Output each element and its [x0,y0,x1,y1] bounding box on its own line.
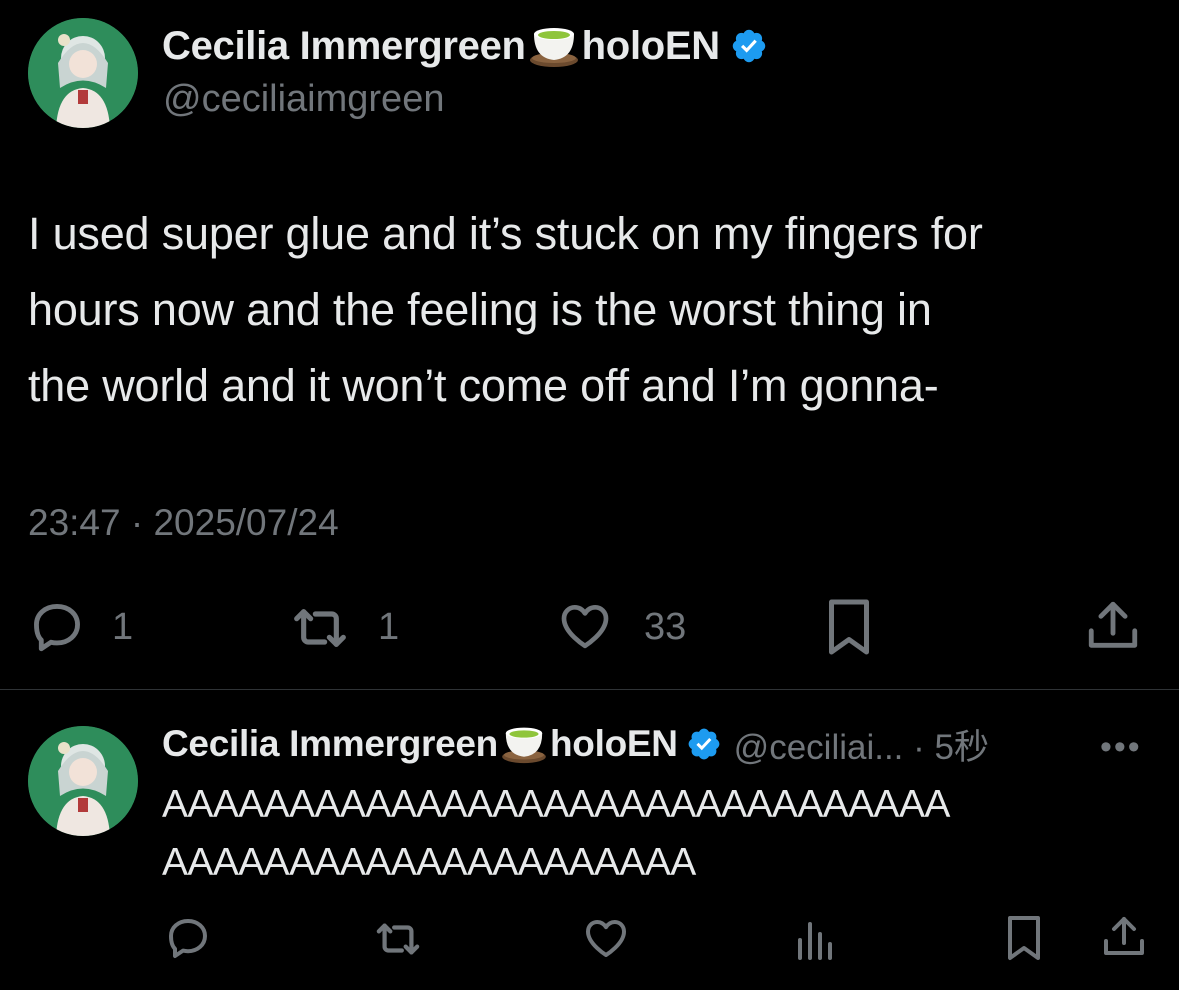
reply-text-line: AAAAAAAAAAAAAAAAAAAAAAAAAAAAAAA [162,783,950,826]
tweet-text-line: the world and it won’t come off and I’m … [28,360,939,411]
verified-badge-icon [730,27,768,65]
bookmark-icon[interactable] [1004,912,1044,964]
author-name-row[interactable]: Cecilia Immergreen holoEN [162,20,768,72]
tweet-text-line: hours now and the feeling is the worst t… [28,284,932,335]
reply-handle-time: @ceciliai... · 5秒 [733,727,989,767]
more-options-icon[interactable]: ••• [1100,728,1142,767]
reply-count: 1 [112,606,134,648]
retweet-count: 1 [378,606,400,648]
avatar-image [28,18,138,128]
like-count: 33 [644,606,687,648]
avatar-image [28,726,138,836]
divider [0,689,1179,690]
reply-text: AAAAAAAAAAAAAAAAAAAAAAAAAAAAAAA AAAAAAAA… [162,776,950,892]
retweet-icon[interactable] [286,600,354,656]
tweet-text: I used super glue and it’s stuck on my f… [28,196,983,424]
green-tea-icon [528,24,580,68]
author-suffix: holoEN [581,23,720,68]
heart-icon[interactable] [556,598,614,654]
retweet-icon[interactable] [370,916,426,962]
reply-header[interactable]: Cecilia Immergreen holoEN @ceciliai... ·… [162,720,989,768]
heart-icon[interactable] [582,914,630,962]
share-icon[interactable] [1100,912,1148,962]
bookmark-icon[interactable] [824,596,874,658]
share-icon[interactable] [1084,596,1142,656]
author-name: Cecilia Immergreen [162,23,526,68]
reply-author-suffix: holoEN [549,723,678,764]
author-handle[interactable]: @ceciliaimgreen [163,78,444,121]
reply-avatar[interactable] [28,726,138,836]
tweet-text-line: I used super glue and it’s stuck on my f… [28,208,983,259]
reply-icon[interactable] [164,914,212,962]
reply-text-line: AAAAAAAAAAAAAAAAAAAAA [162,841,696,884]
timestamp[interactable]: 23:47 · 2025/07/24 [28,502,339,544]
avatar[interactable] [28,18,138,128]
views-icon[interactable] [794,916,836,960]
verified-badge-icon [686,726,722,762]
reply-icon[interactable] [28,598,86,656]
reply-author-name: Cecilia Immergreen [162,723,498,764]
green-tea-icon [500,724,548,764]
